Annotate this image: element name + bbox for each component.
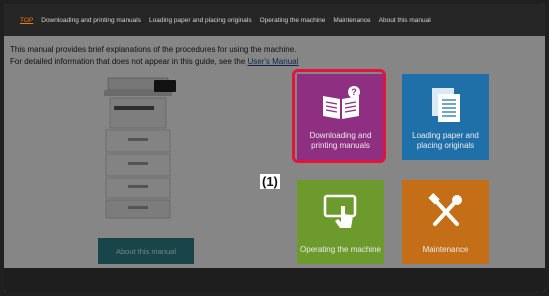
tile-operating-machine[interactable]: Operating the machine xyxy=(297,180,384,264)
touch-screen-icon xyxy=(323,194,356,228)
nav-about-manual[interactable]: About this manual xyxy=(379,17,431,24)
tile-loading-label: Loading paper and placing originals xyxy=(412,131,479,150)
nav-top[interactable]: TOP xyxy=(20,17,33,24)
highlight-box xyxy=(292,69,386,163)
tile-loading-paper[interactable]: Loading paper and placing originals xyxy=(402,74,489,160)
nav-loading-paper[interactable]: Loading paper and placing originals xyxy=(149,17,252,24)
nav-operating-machine[interactable]: Operating the machine xyxy=(260,17,326,24)
documents-icon xyxy=(431,88,460,122)
main-content: This manual provides brief explanations … xyxy=(4,36,545,292)
tile-maintenance[interactable]: Maintenance xyxy=(402,180,489,264)
tile-operating-label: Operating the machine xyxy=(300,245,381,254)
top-nav: TOP Downloading and printing manuals Loa… xyxy=(4,4,545,36)
tools-icon xyxy=(427,193,462,226)
tile-maintenance-label: Maintenance xyxy=(422,245,469,254)
nav-downloading-manuals[interactable]: Downloading and printing manuals xyxy=(41,17,141,24)
step-callout: (1) xyxy=(260,174,280,189)
nav-maintenance[interactable]: Maintenance xyxy=(333,17,370,24)
manual-screen: TOP Downloading and printing manuals Loa… xyxy=(4,4,545,292)
bottom-bar xyxy=(4,268,545,292)
